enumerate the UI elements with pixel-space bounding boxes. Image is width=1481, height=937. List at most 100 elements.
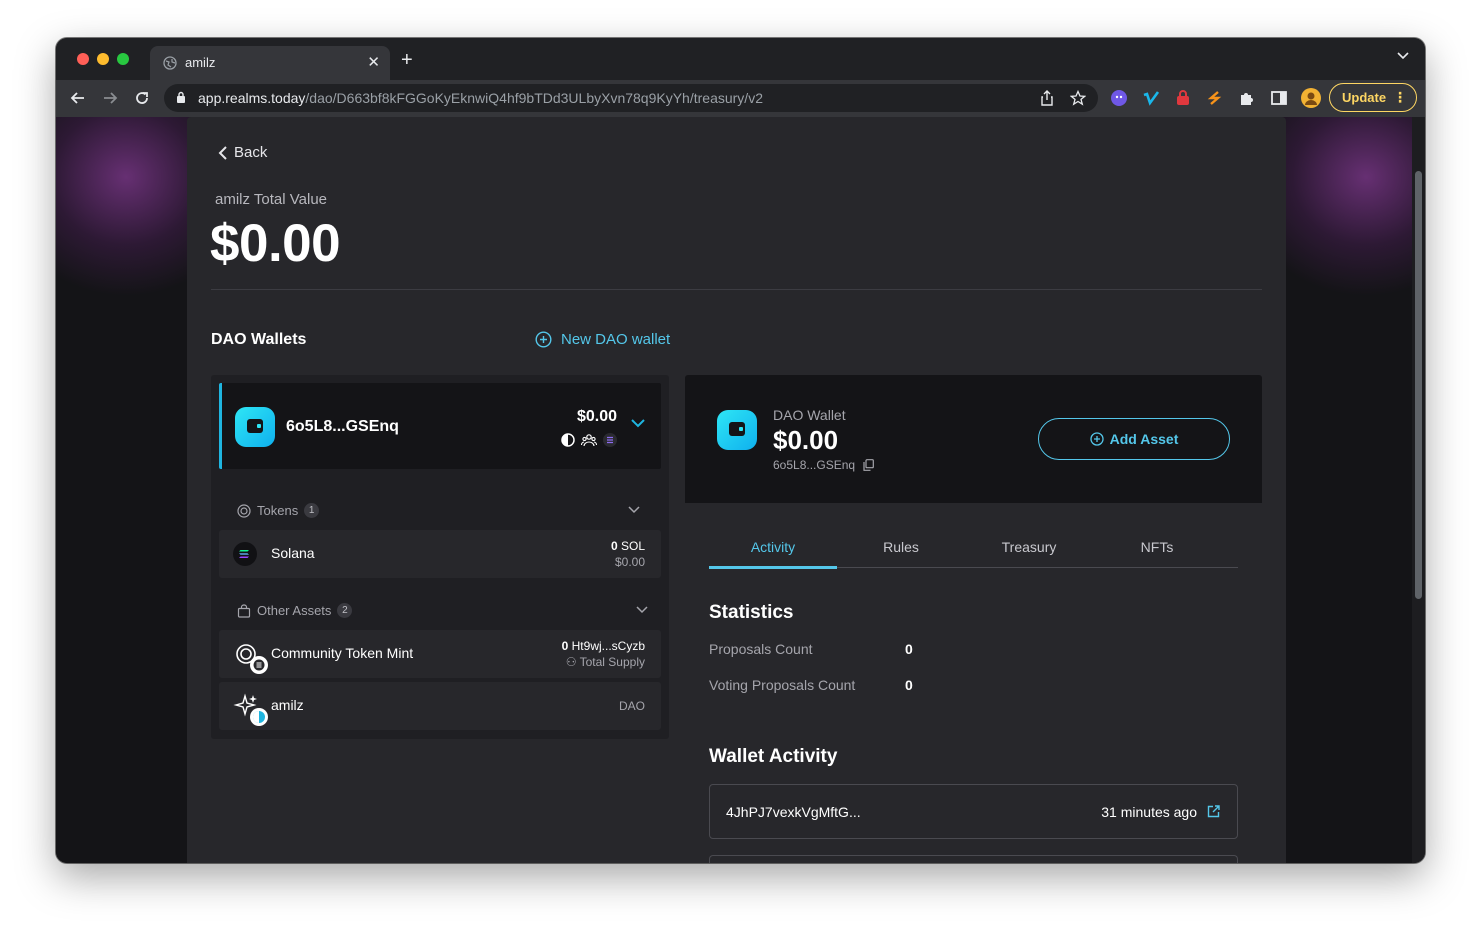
- detail-address-text: 6o5L8...GSEnq: [773, 458, 856, 472]
- stat-value: 0: [905, 677, 913, 693]
- wallet-detail-pane: DAO Wallet $0.00 6o5L8...GSEnq Add Asset…: [685, 375, 1262, 863]
- tokens-section-header[interactable]: Tokens 1: [237, 503, 320, 518]
- wallet-value: $0.00: [576, 408, 617, 425]
- update-button[interactable]: Update ⋮: [1329, 83, 1417, 112]
- external-link-icon[interactable]: [1207, 805, 1220, 818]
- stat-label: Proposals Count: [709, 641, 813, 657]
- half-circle-icon: [561, 433, 575, 447]
- wallet-card[interactable]: 6o5L8...GSEnq $0.00: [219, 383, 661, 469]
- forward-arrow-icon[interactable]: [101, 89, 119, 107]
- wallet-activity-heading: Wallet Activity: [709, 746, 838, 767]
- detail-tabs: Activity Rules Treasury NFTs: [709, 525, 1238, 569]
- transaction-id: 4JhPJ7vexkVgMftG...: [726, 804, 861, 820]
- other-assets-label: Other Assets: [257, 603, 332, 618]
- divider: [211, 289, 1262, 290]
- tab-treasury[interactable]: Treasury: [965, 539, 1093, 555]
- other-assets-section-header[interactable]: Other Assets 2: [237, 603, 353, 618]
- scrollbar-track[interactable]: [1412, 117, 1425, 863]
- tokens-label: Tokens: [257, 503, 299, 518]
- activity-row[interactable]: 4JhPJ7vexkVgMftG... 31 minutes ago: [709, 784, 1238, 839]
- transaction-time: 31 minutes ago: [1101, 804, 1197, 820]
- wallet-icon: [235, 407, 275, 447]
- lock-icon[interactable]: [176, 91, 186, 104]
- asset-tag: DAO: [618, 699, 645, 713]
- plus-circle-icon: [535, 331, 552, 348]
- tab-search-icon[interactable]: [1397, 52, 1409, 60]
- wallet-name: 6o5L8...GSEnq: [286, 418, 399, 435]
- coins-icon: [237, 503, 251, 518]
- side-panel-icon[interactable]: [1270, 89, 1288, 107]
- asset-supply: 0 Ht9wj...sCyzb: [561, 639, 645, 653]
- asset-row-community-mint[interactable]: Community Token Mint 0 Ht9wj...sCyzb ⚇ T…: [219, 630, 661, 678]
- sparkles-icon: [233, 693, 268, 726]
- detail-label: DAO Wallet: [773, 407, 846, 423]
- statistics-heading: Statistics: [709, 602, 794, 623]
- new-dao-wallet-label: New DAO wallet: [561, 331, 671, 348]
- tab-activity[interactable]: Activity: [709, 539, 837, 555]
- stat-label: Voting Proposals Count: [709, 677, 856, 693]
- asset-row-dao[interactable]: amilz DAO: [219, 682, 661, 730]
- community-icon: [581, 434, 597, 447]
- zoom-window-button[interactable]: [117, 53, 129, 65]
- globe-icon: [163, 56, 177, 70]
- more-vert-icon: ⋮: [1393, 89, 1407, 105]
- solflare-extension-icon[interactable]: [1206, 89, 1224, 107]
- chevron-down-icon[interactable]: [631, 419, 645, 428]
- lock-extension-icon[interactable]: [1174, 89, 1192, 107]
- new-tab-button[interactable]: +: [401, 50, 413, 70]
- wallet-list: 6o5L8...GSEnq $0.00 Tokens 1 Solana 0 SO…: [211, 375, 669, 739]
- url-text: app.realms.today/dao/D663bf8kFGGoKyEknwi…: [198, 90, 763, 106]
- token-name: Solana: [271, 545, 315, 561]
- close-window-button[interactable]: [77, 53, 89, 65]
- plus-circle-icon: [1089, 432, 1104, 446]
- detail-address: 6o5L8...GSEnq: [773, 458, 874, 472]
- update-label: Update: [1342, 90, 1387, 105]
- tab-title: amilz: [185, 55, 216, 70]
- chevron-down-icon[interactable]: [636, 606, 648, 614]
- active-tab-indicator: [709, 566, 837, 569]
- treasury-panel: Back amilz Total Value $0.00 DAO Wallets…: [187, 117, 1286, 863]
- dao-wallets-heading: DAO Wallets: [211, 331, 307, 348]
- add-asset-button[interactable]: Add Asset: [1038, 418, 1230, 460]
- tab-rules[interactable]: Rules: [837, 539, 965, 555]
- add-asset-label: Add Asset: [1109, 431, 1179, 447]
- minimize-window-button[interactable]: [97, 53, 109, 65]
- asset-supply-label: ⚇ Total Supply: [565, 655, 645, 669]
- detail-value: $0.00: [773, 425, 839, 455]
- back-label: Back: [234, 144, 268, 161]
- token-usd-value: $0.00: [614, 555, 645, 569]
- url-host: app.realms.today: [198, 90, 306, 106]
- tab-nfts[interactable]: NFTs: [1093, 539, 1221, 555]
- reload-icon[interactable]: [133, 89, 151, 107]
- address-bar[interactable]: app.realms.today/dao/D663bf8kFGGoKyEknwi…: [164, 84, 1098, 112]
- phantom-extension-icon[interactable]: [1110, 89, 1128, 107]
- activity-row[interactable]: [709, 855, 1238, 863]
- vimeo-extension-icon[interactable]: [1142, 89, 1160, 107]
- close-tab-icon[interactable]: ✕: [367, 53, 380, 71]
- browser-toolbar: app.realms.today/dao/D663bf8kFGGoKyEknwi…: [56, 80, 1425, 117]
- total-value: $0.00: [210, 214, 341, 273]
- chevron-down-icon[interactable]: [628, 506, 640, 514]
- browser-tab[interactable]: amilz ✕: [150, 46, 390, 80]
- wallet-detail-header: DAO Wallet $0.00 6o5L8...GSEnq Add Asset: [685, 375, 1262, 503]
- mint-icon: [236, 644, 268, 674]
- solana-icon: [233, 542, 257, 566]
- copy-icon[interactable]: [863, 459, 874, 471]
- bookmark-star-icon[interactable]: [1070, 90, 1086, 106]
- back-link[interactable]: Back: [218, 144, 267, 161]
- token-row-solana[interactable]: Solana 0 SOL $0.00: [219, 530, 661, 578]
- other-assets-count-badge: 2: [337, 603, 353, 618]
- browser-window: amilz ✕ + app.realms.today/dao/D663bf8kF…: [56, 38, 1425, 863]
- share-icon[interactable]: [1040, 90, 1054, 106]
- url-path: /dao/D663bf8kFGGoKyEknwiQ4hf9bTDd3ULbyXv…: [305, 90, 763, 106]
- new-dao-wallet-button[interactable]: New DAO wallet: [535, 331, 670, 348]
- stat-value: 0: [905, 641, 913, 657]
- puzzle-extensions-icon[interactable]: [1238, 89, 1256, 107]
- total-value-label: amilz Total Value: [215, 191, 328, 208]
- tokens-count-badge: 1: [304, 503, 320, 518]
- profile-avatar-icon[interactable]: [1301, 88, 1321, 108]
- back-arrow-icon[interactable]: [69, 89, 87, 107]
- tab-strip: amilz ✕ +: [56, 38, 1425, 80]
- scrollbar-thumb[interactable]: [1415, 171, 1422, 599]
- asset-name: Community Token Mint: [271, 645, 414, 661]
